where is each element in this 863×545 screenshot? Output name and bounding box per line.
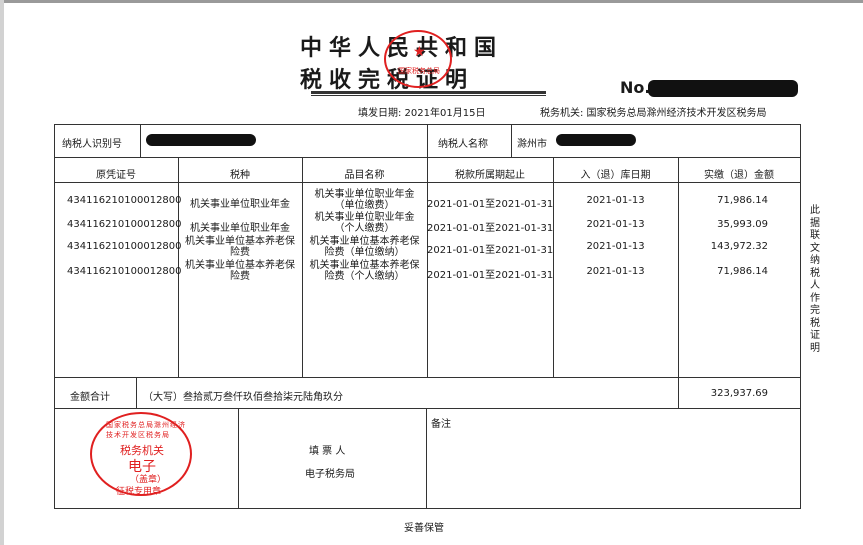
column-header-amount: 实缴（退）金额 <box>704 170 774 181</box>
table-row-2-tax-type: 机关事业单位职业年金 <box>190 223 290 234</box>
window-left-edge <box>0 0 4 545</box>
redacted-certificate-number <box>648 80 798 97</box>
tax-authority-seal: ★ 国家税务总局 <box>384 30 452 88</box>
total-row-top <box>54 377 800 378</box>
table-row-1-date: 2021-01-13 <box>586 195 645 206</box>
table-row-1-amount: 71,986.14 <box>717 195 768 206</box>
seal-ring-text: 国家税务总局 <box>398 67 440 75</box>
footer-divider-2 <box>426 408 427 508</box>
taxpayer-name-prefix: 滁州市 <box>517 139 547 150</box>
fill-date: 填发日期: 2021年01月15日 <box>358 108 486 119</box>
table-row-2-date: 2021-01-13 <box>586 219 645 230</box>
table-row-1-voucher: 434116210100012800 <box>67 195 182 206</box>
tax-collection-seal: 国家税务总局滁州经济技术开发区税务局 税务机关 电子 （盖章） 征税专用章 <box>90 412 192 497</box>
total-row-bottom <box>54 408 800 409</box>
tax-authority: 税务机关: 国家税务总局滁州经济技术开发区税务局 <box>540 108 767 119</box>
remarks-label: 备注 <box>431 419 451 430</box>
table-row-4-amount: 71,986.14 <box>717 266 768 277</box>
table-row-4-item-name: 机关事业单位基本养老保险费（个人缴纳） <box>309 260 420 282</box>
seal-star-icon: ★ <box>413 44 426 60</box>
title-underline-thin <box>311 95 546 96</box>
table-row-2-period: 2021-01-01至2021-01-31 <box>427 223 554 234</box>
column-header-tax-type: 税种 <box>230 170 250 181</box>
seal-text-dedicated: 征税专用章 <box>116 487 162 497</box>
table-row-1-item-name: 机关事业单位职业年金（单位缴费） <box>314 189 415 211</box>
table-row-2-amount: 35,993.09 <box>717 219 768 230</box>
table-row-3-voucher: 434116210100012800 <box>67 241 182 252</box>
redacted-taxpayer-name <box>556 134 636 146</box>
table-border-bottom <box>54 508 800 509</box>
table-row-3-amount: 143,972.32 <box>710 241 768 252</box>
table-row-2-item-name: 机关事业单位职业年金（个人缴费） <box>314 212 415 234</box>
taxpayer-divider-3 <box>511 124 512 157</box>
filler-value: 电子税务局 <box>305 469 355 480</box>
table-row-4-period: 2021-01-01至2021-01-31 <box>427 270 554 281</box>
window-top-edge <box>0 0 863 3</box>
side-note-vertical: 此据联文纳税人作完税证明 <box>810 205 820 354</box>
table-row-2-voucher: 434116210100012800 <box>67 219 182 230</box>
table-row-3-tax-type: 机关事业单位基本养老保险费 <box>185 236 295 258</box>
title-underline-thick <box>311 91 546 94</box>
footer-divider-1 <box>238 408 239 508</box>
column-header-period: 税款所属期起止 <box>455 170 525 181</box>
table-border-right <box>800 124 801 509</box>
keep-safe-note: 妥善保管 <box>404 523 444 534</box>
certificate-number-label: No. <box>620 78 651 97</box>
taxpayer-divider-2 <box>427 124 428 157</box>
table-row-1-tax-type: 机关事业单位职业年金 <box>190 199 290 210</box>
header-row-bottom <box>54 182 800 183</box>
table-row-3-item-name: 机关事业单位基本养老保险费（单位缴纳） <box>309 236 420 258</box>
column-header-date: 入（退）库日期 <box>580 170 651 181</box>
table-row-4-tax-type: 机关事业单位基本养老保险费 <box>185 260 295 282</box>
total-row-divider <box>136 377 137 408</box>
taxpayer-divider-1 <box>140 124 141 157</box>
taxpayer-name-label: 纳税人名称 <box>438 139 488 150</box>
seal-ring-text: 国家税务总局滁州经济技术开发区税务局 <box>106 421 186 439</box>
column-divider-2 <box>302 157 303 377</box>
total-amount-words: （大写）叁拾贰万叁仟玖佰叁拾柒元陆角玖分 <box>143 392 343 403</box>
total-amount: 323,937.69 <box>710 388 768 399</box>
redacted-taxpayer-id <box>146 134 256 146</box>
column-header-item-name: 品目名称 <box>344 170 385 181</box>
total-label: 金额合计 <box>70 392 110 403</box>
table-row-3-date: 2021-01-13 <box>586 241 645 252</box>
table-row-1-period: 2021-01-01至2021-01-31 <box>427 199 554 210</box>
column-header-voucher: 原凭证号 <box>96 170 136 181</box>
taxpayer-id-label: 纳税人识别号 <box>62 139 122 150</box>
table-row-4-voucher: 434116210100012800 <box>67 266 182 277</box>
table-row-3-period: 2021-01-01至2021-01-31 <box>427 245 554 256</box>
filler-label: 填 票 人 <box>309 446 346 457</box>
table-row-4-date: 2021-01-13 <box>586 266 645 277</box>
